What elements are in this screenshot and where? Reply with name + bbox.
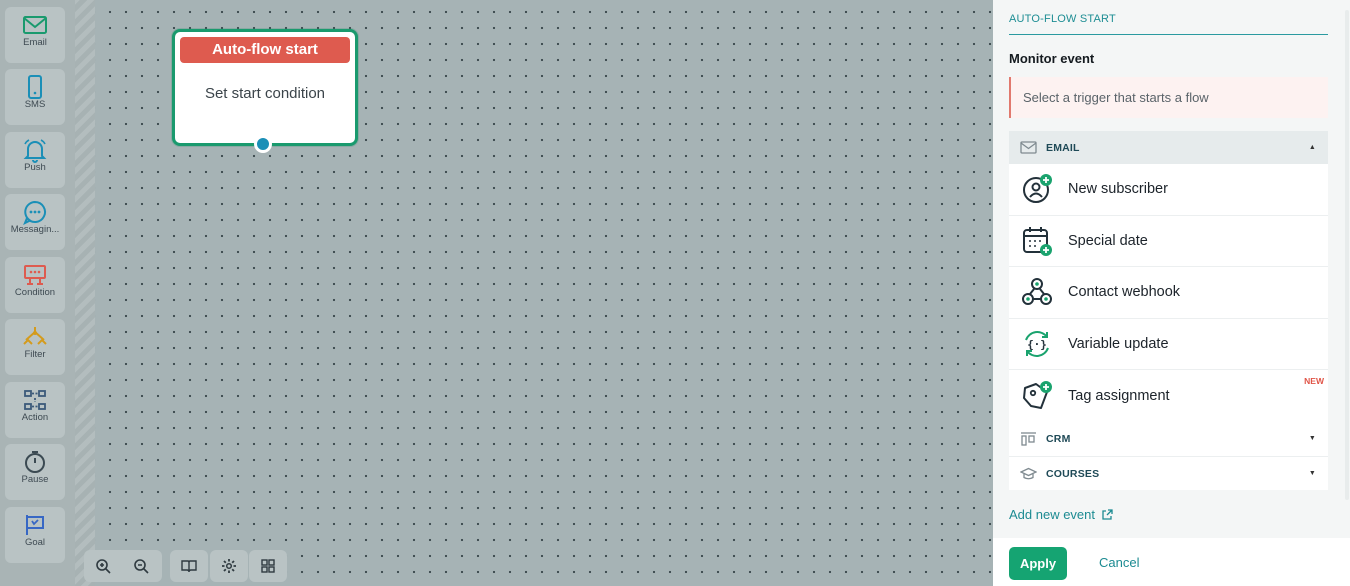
settings-button[interactable]: [210, 550, 248, 582]
gear-icon: [222, 559, 236, 573]
tool-label: SMS: [24, 99, 46, 110]
tool-label: Messagin...: [10, 224, 60, 235]
zoom-in-icon: [96, 559, 111, 574]
event-label: New subscriber: [1068, 181, 1168, 198]
event-contact-webhook[interactable]: Contact webhook: [1009, 267, 1328, 319]
email-section-header[interactable]: EMAIL ▲: [1009, 131, 1328, 164]
tool-messaging[interactable]: Messagin...: [5, 194, 65, 250]
phone-icon: [5, 69, 65, 99]
calendar-icon: [1021, 225, 1053, 257]
chevron-up-icon: ▲: [1308, 144, 1316, 151]
bell-icon: [5, 132, 65, 163]
book-icon: [181, 560, 197, 573]
tool-filter[interactable]: Filter: [5, 319, 65, 375]
monitor-event-heading: Monitor event: [1009, 51, 1095, 66]
tool-label: Condition: [14, 287, 56, 298]
panel-scrollbar[interactable]: [1345, 10, 1349, 500]
apply-button[interactable]: Apply: [1009, 547, 1067, 580]
tool-label: Goal: [24, 537, 46, 548]
node-toolbar: Email SMS Push Messagin... Condition Fil…: [0, 0, 75, 586]
event-label: Variable update: [1068, 335, 1169, 352]
new-subscriber-icon: [1021, 173, 1053, 205]
zoom-controls: [84, 550, 162, 582]
tool-condition[interactable]: Condition: [5, 257, 65, 313]
grid-icon: [261, 559, 275, 573]
variable-icon: {·}: [1021, 328, 1053, 360]
tool-push[interactable]: Push: [5, 132, 65, 188]
svg-text:{·}: {·}: [1027, 338, 1047, 351]
tool-label: Push: [24, 162, 46, 173]
node-body: Set start condition: [204, 85, 326, 102]
node-output-port[interactable]: [254, 135, 272, 153]
graduation-cap-icon: [1020, 466, 1038, 482]
mail-icon: [1020, 140, 1038, 156]
webhook-icon: [1021, 276, 1053, 308]
event-tag-assignment[interactable]: Tag assignment NEW: [1009, 370, 1328, 422]
panel-footer: Apply Cancel: [993, 538, 1350, 586]
docs-button[interactable]: [170, 550, 208, 582]
event-new-subscriber[interactable]: New subscriber: [1009, 164, 1328, 216]
settings-panel: AUTO-FLOW START Monitor event Select a t…: [993, 0, 1350, 586]
crm-icon: [1020, 431, 1038, 447]
section-label: CRM: [1046, 432, 1071, 445]
tool-pause[interactable]: Pause: [5, 444, 65, 500]
condition-icon: [5, 257, 65, 287]
tool-label: Filter: [24, 349, 46, 360]
tool-label: Action: [21, 412, 49, 423]
crm-section-header[interactable]: CRM ▼: [1009, 422, 1328, 455]
cancel-button[interactable]: Cancel: [1099, 555, 1139, 570]
stopwatch-icon: [5, 444, 65, 474]
flag-icon: [5, 507, 65, 537]
email-section: EMAIL ▲ New subscriber Special date Cont…: [1009, 131, 1328, 422]
add-new-event-link[interactable]: Add new event: [1009, 507, 1113, 522]
tool-sms[interactable]: SMS: [5, 69, 65, 125]
canvas-edge: [75, 0, 95, 586]
event-label: Special date: [1068, 232, 1148, 249]
tool-goal[interactable]: Goal: [5, 507, 65, 563]
zoom-out-icon: [134, 559, 149, 574]
zoom-in-button[interactable]: [84, 550, 122, 582]
courses-section-header[interactable]: COURSES ▼: [1009, 457, 1328, 490]
section-label: COURSES: [1046, 467, 1100, 480]
chevron-down-icon: ▼: [1308, 435, 1316, 442]
new-badge: NEW: [1304, 376, 1324, 386]
divider: [1009, 34, 1328, 35]
chevron-down-icon: ▼: [1308, 470, 1316, 477]
external-link-icon: [1102, 508, 1113, 520]
tool-label: Pause: [21, 474, 49, 485]
crm-section[interactable]: CRM ▼: [1009, 422, 1328, 456]
event-special-date[interactable]: Special date: [1009, 216, 1328, 267]
action-icon: [5, 382, 65, 412]
courses-section[interactable]: COURSES ▼: [1009, 456, 1328, 490]
event-label: Contact webhook: [1068, 284, 1181, 301]
section-label: EMAIL: [1046, 141, 1080, 154]
add-event-label: Add new event: [1009, 507, 1096, 522]
tool-label: Email: [23, 37, 47, 48]
panel-title: AUTO-FLOW START: [1009, 13, 1116, 25]
node-title: Auto-flow start: [180, 37, 350, 63]
tool-email[interactable]: Email: [5, 7, 65, 63]
layout-button[interactable]: [249, 550, 287, 582]
zoom-out-button[interactable]: [122, 550, 160, 582]
tool-action[interactable]: Action: [5, 382, 65, 438]
filter-icon: [5, 319, 65, 349]
mail-icon: [5, 7, 65, 37]
trigger-select[interactable]: Select a trigger that starts a flow: [1009, 77, 1328, 118]
chat-icon: [5, 194, 65, 226]
auto-flow-start-node[interactable]: Auto-flow start Set start condition: [172, 29, 358, 153]
event-variable-update[interactable]: {·} Variable update: [1009, 319, 1328, 370]
event-label: Tag assignment: [1068, 387, 1170, 404]
tag-icon: [1021, 380, 1053, 412]
